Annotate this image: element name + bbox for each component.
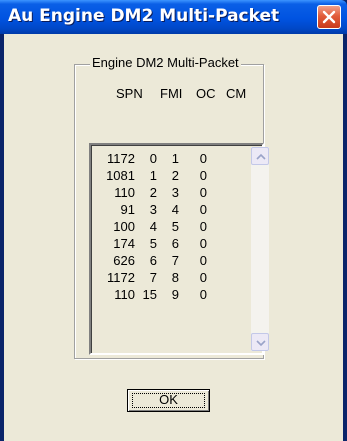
cell-cm: 0: [199, 219, 207, 234]
list-row[interactable]: 110 15 9 0: [91, 286, 251, 303]
vertical-scrollbar[interactable]: [251, 147, 269, 351]
column-header-spn: SPN: [116, 86, 143, 101]
cell-cm: 0: [199, 253, 207, 268]
list-row[interactable]: 1081 1 2 0: [91, 167, 251, 184]
list-row[interactable]: 91 3 4 0: [91, 201, 251, 218]
cell-cm: 0: [199, 202, 207, 217]
cell-spn: 174: [113, 236, 135, 251]
list-row[interactable]: 1172 7 8 0: [91, 269, 251, 286]
column-header-fmi: FMI: [160, 86, 183, 101]
close-button[interactable]: [317, 5, 341, 29]
list-row[interactable]: 100 4 5 0: [91, 218, 251, 235]
scroll-up-button[interactable]: [251, 147, 269, 165]
cell-fmi: 1: [149, 168, 157, 183]
cell-oc: 6: [171, 236, 179, 251]
cell-fmi: 0: [149, 151, 157, 166]
cell-cm: 0: [199, 151, 207, 166]
list-row[interactable]: 1172 0 1 0: [91, 150, 251, 167]
cell-oc: 9: [171, 287, 179, 302]
groupbox-label: Engine DM2 Multi-Packet: [90, 55, 241, 71]
cell-fmi: 15: [142, 287, 157, 302]
cell-fmi: 6: [149, 253, 157, 268]
cell-fmi: 3: [149, 202, 157, 217]
cell-oc: 7: [171, 253, 179, 268]
cell-cm: 0: [199, 236, 207, 251]
cell-spn: 110: [114, 287, 135, 302]
cell-cm: 0: [199, 168, 207, 183]
cell-oc: 2: [171, 168, 179, 183]
list-row[interactable]: 110 2 3 0: [91, 184, 251, 201]
dm2-list[interactable]: 1172 0 1 0 1081 1 2 0 110 2 3 0 91 3 4 0 100 4 5 0 174 5 6 0 626…: [89, 143, 264, 355]
list-row[interactable]: 174 5 6 0: [91, 235, 251, 252]
cell-cm: 0: [199, 287, 207, 302]
cell-spn: 91: [120, 202, 135, 217]
cell-spn: 626: [113, 253, 135, 268]
cell-cm: 0: [199, 185, 207, 200]
cell-oc: 8: [171, 270, 179, 285]
scroll-down-button[interactable]: [251, 333, 269, 351]
list-row[interactable]: 626 6 7 0: [91, 252, 251, 269]
cell-oc: 5: [171, 219, 179, 234]
cell-oc: 3: [171, 185, 179, 200]
window-title: Au Engine DM2 Multi-Packet: [8, 6, 280, 26]
cell-fmi: 5: [149, 236, 157, 251]
cell-spn: 100: [113, 219, 135, 234]
cell-spn: 1172: [107, 270, 135, 285]
dialog-window: Au Engine DM2 Multi-Packet Engine DM2 Mu…: [0, 0, 347, 441]
cell-spn: 110: [114, 185, 135, 200]
cell-oc: 1: [171, 151, 179, 166]
column-header-oc: OC: [196, 86, 216, 101]
cell-fmi: 4: [149, 219, 157, 234]
focus-rectangle: [132, 393, 205, 408]
cell-fmi: 2: [149, 185, 157, 200]
cell-fmi: 7: [149, 270, 157, 285]
cell-oc: 4: [171, 202, 179, 217]
cell-spn: 1081: [106, 168, 135, 183]
title-bar[interactable]: Au Engine DM2 Multi-Packet: [0, 0, 347, 34]
column-header-cm: CM: [226, 86, 247, 101]
ok-button[interactable]: OK: [127, 389, 210, 412]
cell-spn: 1172: [107, 151, 135, 166]
cell-cm: 0: [199, 270, 207, 285]
